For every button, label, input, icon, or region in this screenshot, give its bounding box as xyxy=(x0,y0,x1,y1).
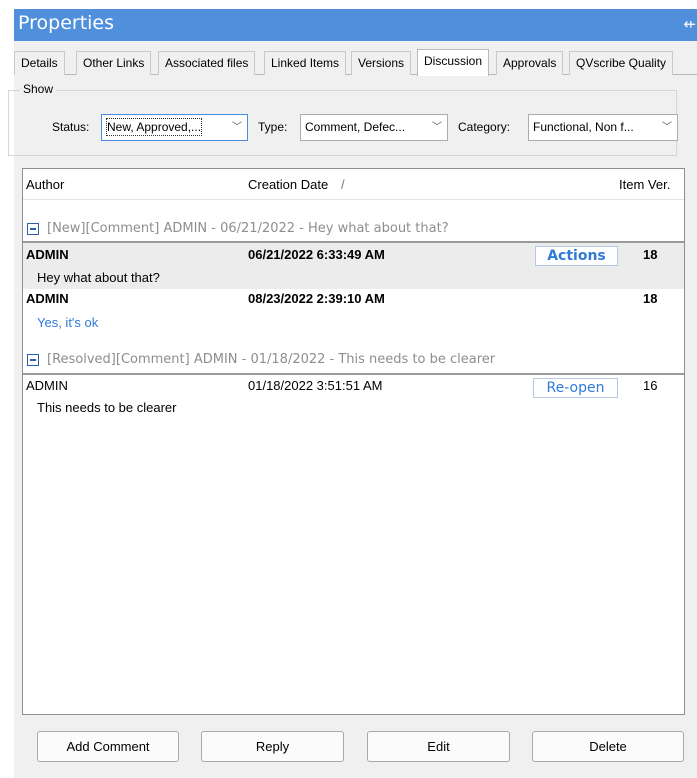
actions-button[interactable]: Actions xyxy=(535,246,618,266)
title-bar: Properties ⇷ xyxy=(14,9,697,41)
category-value: Functional, Non f... xyxy=(533,120,634,134)
show-group-label: Show xyxy=(20,82,57,96)
tab-strip: Details Other Links Associated files Lin… xyxy=(14,49,697,76)
status-dropdown[interactable]: New, Approved,... ﹀ xyxy=(101,114,248,141)
type-dropdown[interactable]: Comment, Defec... ﹀ xyxy=(300,114,448,141)
comment-text: This needs to be clearer xyxy=(37,400,177,415)
row-author: ADMIN xyxy=(26,378,68,393)
pin-icon[interactable]: ⇷ xyxy=(683,15,696,33)
status-value: New, Approved,... xyxy=(106,118,203,136)
column-header-creation-date[interactable]: Creation Date xyxy=(248,177,328,192)
header-divider xyxy=(23,199,684,200)
reply-text: Yes, it's ok xyxy=(37,315,99,330)
reopen-button[interactable]: Re-open xyxy=(533,378,618,398)
tab-other-links[interactable]: Other Links xyxy=(76,51,152,75)
group-header-text: [New][Comment] ADMIN - 06/21/2022 - Hey … xyxy=(47,221,449,236)
status-label: Status: xyxy=(52,120,90,134)
row-version: 18 xyxy=(643,247,658,262)
row-date: 06/21/2022 6:33:49 AM xyxy=(248,247,385,262)
row-author: ADMIN xyxy=(26,247,69,262)
table-row[interactable]: ADMIN 08/23/2022 2:39:10 AM 18 xyxy=(23,288,684,310)
tab-discussion[interactable]: Discussion xyxy=(417,49,490,76)
delete-button[interactable]: Delete xyxy=(532,731,684,762)
table-row[interactable]: ADMIN 01/18/2022 3:51:51 AM Re-open 16 xyxy=(23,375,684,398)
row-version: 18 xyxy=(643,291,658,306)
panel-title: Properties xyxy=(18,12,115,34)
column-header-author[interactable]: Author xyxy=(26,177,64,192)
column-header-item-ver[interactable]: Item Ver. xyxy=(619,177,670,192)
row-author: ADMIN xyxy=(26,291,69,306)
type-label: Type: xyxy=(258,120,288,134)
row-version: 16 xyxy=(643,378,658,393)
chevron-down-icon: ﹀ xyxy=(432,122,442,133)
tab-approvals[interactable]: Approvals xyxy=(496,51,564,75)
reply-button[interactable]: Reply xyxy=(201,731,344,762)
type-value: Comment, Defec... xyxy=(305,120,406,134)
discussion-grid[interactable]: Author Creation Date / Item Ver. [New][C… xyxy=(22,168,685,715)
tab-versions[interactable]: Versions xyxy=(351,51,412,75)
add-comment-button[interactable]: Add Comment xyxy=(37,731,179,762)
chevron-down-icon: ﹀ xyxy=(232,122,242,133)
tab-linked-items[interactable]: Linked Items xyxy=(264,51,347,75)
group-row-new-comment[interactable]: [New][Comment] ADMIN - 06/21/2022 - Hey … xyxy=(23,219,684,241)
row-date: 08/23/2022 2:39:10 AM xyxy=(248,291,385,306)
comment-text: Hey what about that? xyxy=(37,270,160,285)
row-date: 01/18/2022 3:51:51 AM xyxy=(248,378,383,393)
tab-details[interactable]: Details xyxy=(14,51,65,75)
table-row[interactable]: ADMIN 06/21/2022 6:33:49 AM Actions 18 xyxy=(23,244,684,266)
group-header-text: [Resolved][Comment] ADMIN - 01/18/2022 -… xyxy=(47,352,496,367)
group-row-resolved-comment[interactable]: [Resolved][Comment] ADMIN - 01/18/2022 -… xyxy=(23,350,684,372)
category-dropdown[interactable]: Functional, Non f... ﹀ xyxy=(528,114,678,141)
edit-button[interactable]: Edit xyxy=(367,731,510,762)
collapse-minus-icon[interactable] xyxy=(27,223,39,235)
category-label: Category: xyxy=(458,120,511,134)
tab-associated-files[interactable]: Associated files xyxy=(158,51,256,75)
chevron-down-icon: ﹀ xyxy=(662,122,672,133)
sort-indicator-icon: / xyxy=(341,177,345,192)
collapse-minus-icon[interactable] xyxy=(27,354,39,366)
tab-qvscribe-quality[interactable]: QVscribe Quality xyxy=(569,51,674,75)
